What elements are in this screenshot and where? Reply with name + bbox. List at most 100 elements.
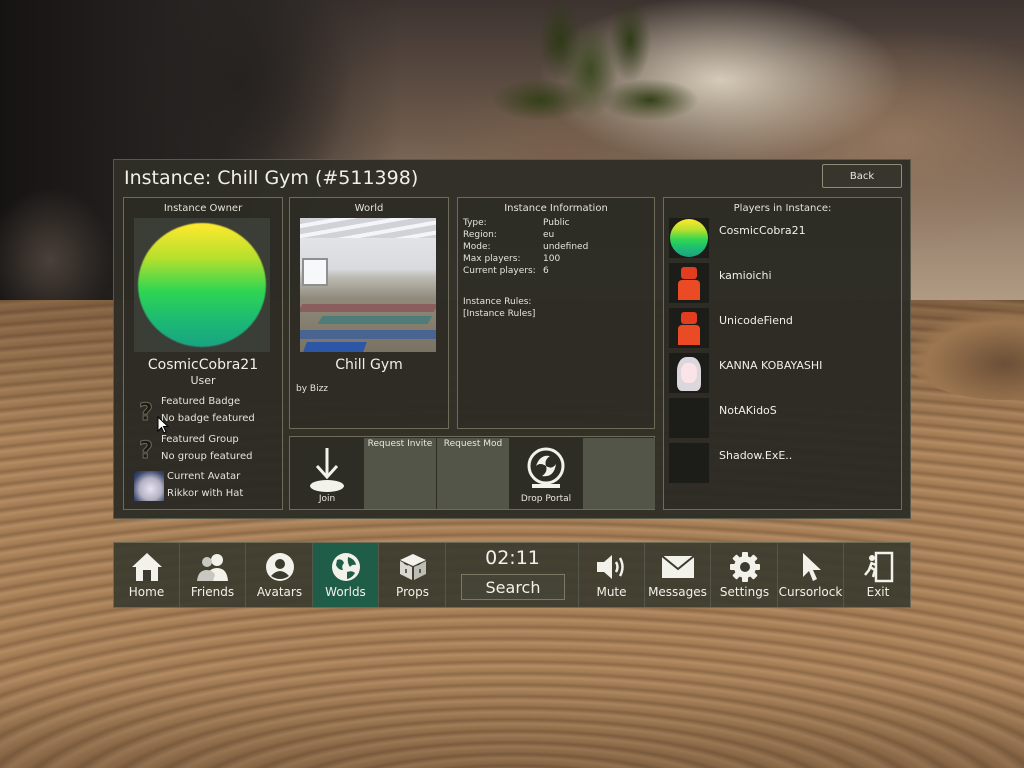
featured-badge: ? Featured Badge No badge featured [134, 396, 279, 432]
world-thumbnail[interactable] [300, 218, 436, 352]
owner-role: User [190, 374, 216, 387]
menu-settings[interactable]: Settings [712, 543, 778, 607]
request-invite-label: Request Invite [367, 439, 433, 449]
owner-name[interactable]: CosmicCobra21 [124, 357, 282, 373]
featured-group: ? Featured Group No group featured [134, 434, 279, 470]
menu-cursorlock[interactable]: Cursorlock [778, 543, 844, 607]
info-key: Max players: [463, 254, 521, 264]
info-value: eu [543, 230, 555, 240]
menu-mute[interactable]: Mute [579, 543, 645, 607]
rules-value: [Instance Rules] [463, 309, 536, 319]
featured-badge-value: No badge featured [161, 413, 255, 424]
empty-action-slot [583, 438, 655, 509]
player-row[interactable]: UnicodeFiend [669, 308, 897, 348]
instance-actions: Join Request Invite Request Mod Drop Por… [289, 436, 655, 510]
menu-home[interactable]: Home [114, 543, 180, 607]
menu-settings-label: Settings [719, 585, 770, 599]
speaker-icon [596, 555, 624, 579]
drop-portal-button[interactable]: Drop Portal [510, 438, 582, 509]
players-box: Players in Instance: CosmicCobra21 kamio… [663, 197, 902, 510]
search-button[interactable]: Search [461, 574, 565, 600]
gear-icon [729, 552, 760, 582]
menu-worlds-label: Worlds [325, 585, 366, 599]
menu-avatars[interactable]: Avatars [247, 543, 313, 607]
avatars-icon [265, 553, 294, 581]
menu-home-label: Home [128, 585, 165, 599]
clock-search-area: 02:11 Search [447, 543, 579, 607]
clock: 02:11 [485, 547, 540, 569]
info-key: Current players: [463, 266, 536, 276]
avatar-thumbnail [134, 471, 164, 501]
info-key: Type: [463, 218, 487, 228]
drop-portal-label: Drop Portal [520, 494, 572, 504]
owner-avatar[interactable] [134, 218, 270, 352]
join-icon [310, 448, 344, 492]
featured-group-title: Featured Group [161, 434, 239, 445]
current-avatar-title: Current Avatar [167, 471, 241, 482]
info-value: Public [543, 218, 570, 228]
info-heading: Instance Information [504, 203, 608, 214]
player-name: CosmicCobra21 [719, 224, 806, 237]
request-invite-button[interactable]: Request Invite [364, 438, 436, 509]
menu-mute-label: Mute [596, 585, 627, 599]
join-button[interactable]: Join [291, 438, 363, 509]
join-label: Join [318, 494, 336, 504]
portal-icon [527, 447, 565, 488]
instance-info-box: Instance Information Type: Public Region… [457, 197, 655, 429]
player-name: kamioichi [719, 269, 772, 282]
player-avatar [669, 218, 709, 258]
globe-icon [331, 553, 360, 581]
menu-avatars-label: Avatars [256, 585, 303, 599]
world-heading: World [354, 203, 384, 214]
menu-messages[interactable]: Messages [645, 543, 711, 607]
player-avatar [669, 263, 709, 303]
info-key: Region: [463, 230, 497, 240]
request-mod-label: Request Mod [443, 439, 503, 449]
cube-icon [399, 554, 426, 580]
panel-title: Instance: Chill Gym (#511398) [124, 167, 419, 189]
menu-props[interactable]: Props [380, 543, 446, 607]
info-value: 6 [543, 266, 549, 276]
player-avatar [669, 353, 709, 393]
player-row[interactable]: KANNA KOBAYASHI [669, 353, 897, 393]
player-row[interactable]: Shadow.ExE.. [669, 443, 897, 483]
player-name: NotAKidoS [719, 404, 777, 417]
info-key: Mode: [463, 242, 491, 252]
instance-panel: Instance: Chill Gym (#511398) Back Insta… [113, 159, 911, 519]
menu-exit-label: Exit [866, 585, 890, 599]
menu-props-label: Props [396, 585, 429, 599]
info-value: 100 [543, 254, 561, 264]
current-avatar-value: Rikkor with Hat [167, 488, 244, 499]
cursor-icon [802, 553, 821, 581]
player-row[interactable]: CosmicCobra21 [669, 218, 897, 258]
exit-icon [864, 551, 894, 583]
player-name: KANNA KOBAYASHI [719, 359, 823, 372]
world-box: World Chill Gym by Bizz [289, 197, 449, 429]
menu-friends-label: Friends [190, 585, 235, 599]
current-avatar[interactable]: Current Avatar Rikkor with Hat [134, 471, 279, 507]
info-value: undefined [543, 242, 589, 252]
envelope-icon [660, 555, 695, 578]
rules-title: Instance Rules: [463, 297, 532, 307]
player-row[interactable]: kamioichi [669, 263, 897, 303]
player-avatar [669, 398, 709, 438]
home-icon [131, 553, 162, 581]
question-icon: ? [139, 436, 154, 465]
owner-heading: Instance Owner [163, 203, 243, 214]
player-name: Shadow.ExE.. [719, 449, 793, 462]
menu-exit[interactable]: Exit [845, 543, 911, 607]
palm-tree [480, 0, 700, 170]
friends-icon [196, 554, 228, 581]
question-icon: ? [139, 398, 154, 427]
player-row[interactable]: NotAKidoS [669, 398, 897, 438]
request-mod-button[interactable]: Request Mod [437, 438, 509, 509]
menu-worlds[interactable]: Worlds [313, 543, 379, 607]
quick-menu-bar: Home Friends Avatars Worlds Props 02:11 … [113, 542, 911, 608]
instance-owner-box: Instance Owner CosmicCobra21 User ? Feat… [123, 197, 283, 510]
world-name[interactable]: Chill Gym [290, 357, 448, 373]
back-button[interactable]: Back [822, 164, 902, 188]
menu-friends[interactable]: Friends [180, 543, 246, 607]
featured-badge-title: Featured Badge [161, 396, 241, 407]
featured-group-value: No group featured [161, 451, 253, 462]
world-author: by Bizz [296, 384, 329, 394]
